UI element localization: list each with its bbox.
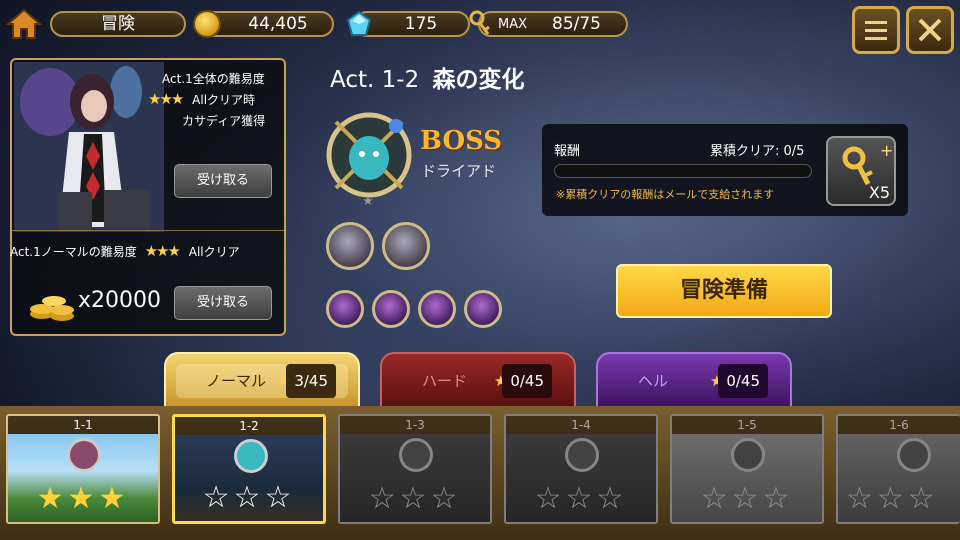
enemy-portrait [372,290,410,328]
enemy-portrait [382,222,430,270]
tab-hell-count: 0/45 [718,364,768,398]
stage-stars: ★★★ [36,481,130,516]
adventure-prepare-button[interactable]: 冒険準備 [616,264,832,318]
stage-card-1-5[interactable]: 1-5 ☆☆☆ [670,414,824,524]
stage-emblem-icon [897,438,931,472]
stage-card-number: 1-2 [175,417,323,435]
stage-card-number: 1-6 [838,416,960,434]
receive-hard-reward-button[interactable]: 受け取る [174,164,272,198]
normal-reward-stars: ★★★ [144,242,181,260]
stage-stars: ☆☆☆ [846,481,939,516]
stage-card-1-6[interactable]: 1-6 ☆☆☆ [836,414,960,524]
key-pill: MAX 85/75 [478,11,628,37]
gem-icon [346,11,372,36]
key-max-label: MAX [498,17,528,32]
hard-reward-line1: Act.1全体の難易度 [162,72,265,86]
stage-act-label: Act. 1-2 [330,67,420,93]
home-icon[interactable] [6,7,42,41]
stage-card-number: 1-3 [340,416,490,434]
reward-progress-bar [554,164,812,178]
key-icon [469,10,490,35]
fairy-character-portrait [14,62,164,232]
stage-card-1-4[interactable]: 1-4 ☆☆☆ [504,414,658,524]
tab-hard[interactable]: ハード ★ 0/45 [380,352,576,408]
stage-title: Act. 1-2 森の変化 [330,60,525,94]
tab-normal-label: ノーマル [206,372,267,390]
top-bar: 冒険 44,405 175 MAX 85/75 [0,0,960,54]
stage-stars: ☆☆☆ [534,481,628,516]
boss-label: BOSS [420,126,503,156]
enemy-portrait [326,290,364,328]
tab-hard-label: ハード [422,372,468,390]
tab-hell-label: ヘル [638,372,669,390]
stage-stars: ☆☆☆ [368,481,462,516]
reward-item-count: X5 [868,183,890,202]
stage-stars: ☆☆☆ [700,481,794,516]
boss-name: ドライアド [421,162,497,180]
enemy-portrait [418,290,456,328]
normal-reward-suffix: Allクリア [188,245,240,259]
stage-emblem-icon [67,438,101,472]
boss-emblem-icon [326,112,412,198]
stage-card-number: 1-4 [506,416,656,434]
enemy-portrait [326,222,374,270]
tab-hell[interactable]: ヘル ★ 0/45 [596,352,792,408]
svg-text:+: + [880,141,893,160]
menu-button[interactable] [852,6,900,54]
stage-card-number: 1-1 [8,416,158,434]
cumulative-reward-box: 報酬 累積クリア: 0/5 ※累積クリアの報酬はメールで支給されます + X5 [542,124,908,216]
mode-label: 冒険 [50,11,186,37]
tab-normal[interactable]: ノーマル ★ 3/45 [164,352,360,408]
stage-name: 森の変化 [432,67,525,93]
hard-reward-line2: Allクリア時 [192,93,256,107]
stage-emblem-icon [399,438,433,472]
panel-divider [12,230,284,231]
menu-icon [865,21,887,40]
stage-card-1-3[interactable]: 1-3 ☆☆☆ [338,414,492,524]
close-button[interactable] [906,6,954,54]
stage-card-1-2[interactable]: 1-2 ☆☆☆ [172,414,326,524]
hard-reward-stars: ★★★ [148,90,184,108]
gold-pile-icon [30,296,74,321]
stage-emblem-icon [565,438,599,472]
hard-reward-line3: カサディア獲得 [182,114,266,128]
boss-rank-star: ★ [362,194,374,209]
reward-item-slot[interactable]: + X5 [826,136,896,206]
gold-coin-icon [193,10,221,38]
receive-normal-reward-button[interactable]: 受け取る [174,286,272,320]
stage-stars: ☆☆☆ [202,480,296,515]
stage-emblem-icon [731,438,765,472]
reward-title: 報酬 [554,144,581,159]
reward-note: ※累積クリアの報酬はメールで支給されます [556,188,775,201]
stage-card-1-1[interactable]: 1-1 ★★★ [6,414,160,524]
key-count: 85/75 [552,14,601,34]
act-reward-panel: Act.1全体の難易度 ★★★ Allクリア時 カサディア獲得 受け取る Act… [10,58,286,336]
gold-reward-amount: x20000 [78,288,162,313]
close-icon [918,18,942,42]
normal-reward-line: Act.1ノーマルの難易度 [10,245,137,259]
stage-emblem-icon [234,439,268,473]
enemy-portrait [464,290,502,328]
stage-card-number: 1-5 [672,416,822,434]
reward-progress-label: 累積クリア: 0/5 [710,144,805,159]
tab-hard-count: 0/45 [502,364,552,398]
tab-normal-count: 3/45 [286,364,336,398]
